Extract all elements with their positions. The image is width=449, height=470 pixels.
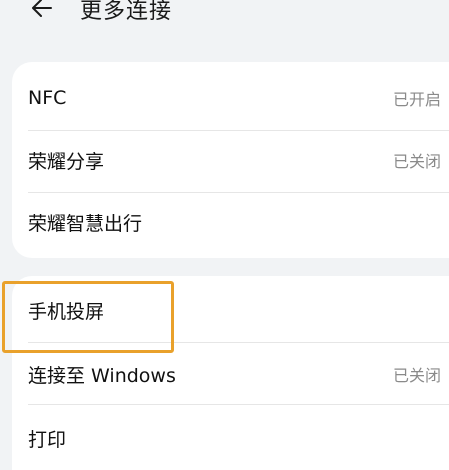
nfc-setting-row[interactable]: NFC 已开启: [12, 66, 449, 130]
settings-group-2: 手机投屏 连接至 Windows 已关闭 打印: [12, 276, 449, 470]
print-setting-row[interactable]: 打印: [12, 406, 449, 470]
top-bar: 更多连接: [0, 0, 449, 32]
back-button[interactable]: [30, 0, 54, 20]
honor-share-setting-row[interactable]: 荣耀分享 已关闭: [12, 128, 449, 192]
smart-travel-setting-row[interactable]: 荣耀智慧出行: [12, 190, 449, 254]
page-title: 更多连接: [80, 0, 173, 24]
row-label: 连接至 Windows: [28, 364, 176, 387]
row-label: 荣耀智慧出行: [28, 212, 143, 235]
row-label: 打印: [28, 428, 67, 451]
row-status: 已关闭: [392, 366, 441, 385]
row-label: NFC: [28, 87, 67, 109]
row-label: 手机投屏: [28, 300, 105, 323]
row-label: 荣耀分享: [28, 150, 105, 173]
row-status: 已关闭: [392, 152, 441, 171]
connect-windows-setting-row[interactable]: 连接至 Windows 已关闭: [12, 342, 449, 406]
screen-cast-setting-row[interactable]: 手机投屏: [12, 278, 449, 342]
row-status: 已开启: [392, 90, 441, 109]
settings-group-1: NFC 已开启 荣耀分享 已关闭 荣耀智慧出行: [12, 62, 449, 258]
divider: [28, 404, 449, 405]
arrow-left-icon: [32, 0, 52, 17]
